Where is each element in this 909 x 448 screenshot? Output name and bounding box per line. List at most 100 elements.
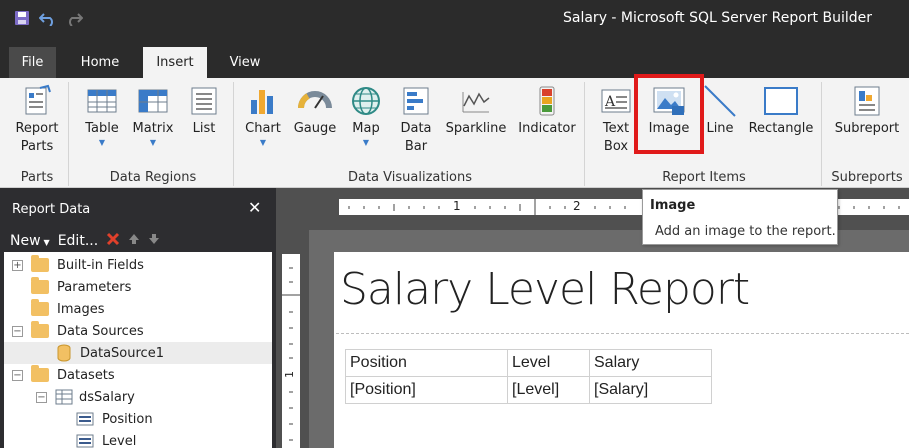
collapse-icon[interactable]: −	[12, 325, 23, 337]
matrix-dropdown-icon[interactable]: ▼	[130, 138, 176, 148]
image-button[interactable]: Image	[644, 84, 694, 138]
rectangle-button[interactable]: Rectangle	[748, 84, 814, 138]
tree-item-label: Level	[102, 433, 137, 448]
tab-home[interactable]: Home	[70, 47, 130, 78]
report-parts-button[interactable]: Report Parts	[12, 84, 62, 156]
header-level[interactable]: Level	[507, 349, 590, 377]
ruler-mark: 1	[283, 371, 296, 378]
tree-item-level[interactable]: Level	[4, 430, 272, 448]
tab-insert[interactable]: Insert	[143, 47, 207, 78]
expand-icon[interactable]: +	[12, 259, 23, 271]
folder-icon	[31, 299, 49, 316]
ruler-mark: 2	[573, 199, 581, 213]
collapse-icon[interactable]: −	[12, 369, 23, 381]
tree-item-label: Built-in Fields	[57, 257, 144, 273]
header-position[interactable]: Position	[345, 349, 508, 377]
field-salary[interactable]: [Salary]	[589, 376, 712, 404]
line-icon	[704, 85, 736, 117]
matrix-icon	[138, 89, 168, 113]
field-position[interactable]: [Position]	[345, 376, 508, 404]
rectangle-label: Rectangle	[748, 121, 814, 136]
quick-access-toolbar	[12, 8, 84, 28]
indicator-icon	[539, 86, 555, 116]
report-title-textbox[interactable]: Salary Level Report	[340, 264, 750, 315]
matrix-button[interactable]: Matrix ▼	[130, 84, 176, 148]
salary-table[interactable]: Position Level Salary [Position] [Level]…	[345, 349, 712, 404]
tree-item-built-in-fields[interactable]: + Built-in Fields	[4, 254, 272, 276]
data-bar-icon	[403, 87, 429, 115]
tree-item-dssalary[interactable]: − dsSalary	[4, 386, 272, 408]
tree-item-parameters[interactable]: Parameters	[4, 276, 272, 298]
sparkline-icon	[462, 92, 490, 113]
list-label: List	[192, 121, 216, 136]
report-parts-icon	[25, 84, 51, 115]
new-button[interactable]: New ▼	[10, 233, 50, 249]
list-button[interactable]: List	[184, 84, 224, 138]
chart-button[interactable]: Chart ▼	[243, 84, 283, 148]
report-parts-label-1: Report	[15, 121, 59, 136]
table-dropdown-icon[interactable]: ▼	[80, 138, 124, 148]
delete-icon[interactable]	[106, 232, 120, 250]
gauge-label: Gauge	[293, 121, 337, 136]
subreport-button[interactable]: Subreport	[832, 84, 902, 138]
list-icon	[191, 87, 217, 115]
tree-item-data-sources[interactable]: − Data Sources	[4, 320, 272, 342]
gauge-button[interactable]: Gauge	[292, 84, 338, 138]
data-bar-label-2: Bar	[404, 139, 428, 154]
header-divider	[336, 333, 909, 334]
image-label: Image	[648, 121, 690, 136]
close-icon[interactable]: ✕	[248, 198, 261, 217]
undo-icon[interactable]	[38, 8, 58, 28]
rectangle-icon	[764, 87, 798, 115]
image-icon	[653, 87, 685, 115]
report-data-pane: Report Data ✕ New ▼ Edit... + Built-in Fi…	[0, 188, 276, 448]
pane-toolbar: New ▼ Edit...	[0, 228, 276, 254]
group-label-data-regions: Data Regions	[109, 170, 197, 185]
tooltip-description: Add an image to the report.	[655, 224, 836, 239]
map-button[interactable]: Map ▼	[346, 84, 386, 148]
tree-item-position[interactable]: Position	[4, 408, 272, 430]
table-label: Table	[85, 121, 119, 136]
map-label: Map	[352, 121, 380, 136]
text-box-button[interactable]: A Text Box	[594, 84, 638, 156]
collapse-icon[interactable]: −	[36, 391, 47, 403]
folder-icon	[31, 277, 49, 294]
redo-icon[interactable]	[64, 8, 84, 28]
tree-item-datasource1[interactable]: DataSource1	[4, 342, 272, 364]
line-button[interactable]: Line	[702, 84, 738, 138]
header-salary[interactable]: Salary	[589, 349, 712, 377]
map-dropdown-icon[interactable]: ▼	[346, 138, 386, 148]
save-icon[interactable]	[12, 8, 32, 28]
dataset-icon	[55, 389, 73, 405]
new-dropdown-icon[interactable]: ▼	[44, 238, 50, 247]
tab-file[interactable]: File	[9, 47, 56, 78]
move-up-icon[interactable]	[128, 233, 140, 249]
chart-dropdown-icon[interactable]: ▼	[243, 138, 283, 148]
chart-icon	[251, 90, 273, 114]
pane-title: Report Data	[12, 202, 91, 217]
table-header-row: Position Level Salary	[345, 349, 712, 377]
tree-item-label: Parameters	[57, 279, 132, 295]
move-down-icon[interactable]	[148, 233, 160, 249]
tree-item-label: dsSalary	[79, 389, 135, 405]
sparkline-button[interactable]: Sparkline	[444, 84, 508, 138]
sparkline-label: Sparkline	[445, 121, 507, 136]
tree-item-label: Position	[102, 411, 153, 427]
field-level[interactable]: [Level]	[507, 376, 590, 404]
data-bar-button[interactable]: Data Bar	[396, 84, 436, 156]
edit-button[interactable]: Edit...	[58, 233, 98, 249]
indicator-button[interactable]: Indicator	[516, 84, 578, 138]
text-box-label-1: Text	[602, 121, 630, 136]
indicator-label: Indicator	[518, 121, 576, 136]
window-title: Salary - Microsoft SQL Server Report Bui…	[563, 10, 872, 26]
tab-view[interactable]: View	[220, 47, 270, 78]
tree-item-label: Datasets	[57, 367, 115, 383]
field-icon	[76, 434, 94, 448]
data-bar-label-1: Data	[400, 121, 432, 136]
tree-item-images[interactable]: Images	[4, 298, 272, 320]
table-row: [Position] [Level] [Salary]	[345, 376, 712, 404]
table-button[interactable]: Table ▼	[80, 84, 124, 148]
folder-icon	[31, 255, 49, 272]
image-tooltip: Image Add an image to the report.	[642, 189, 838, 245]
tree-item-datasets[interactable]: − Datasets	[4, 364, 272, 386]
